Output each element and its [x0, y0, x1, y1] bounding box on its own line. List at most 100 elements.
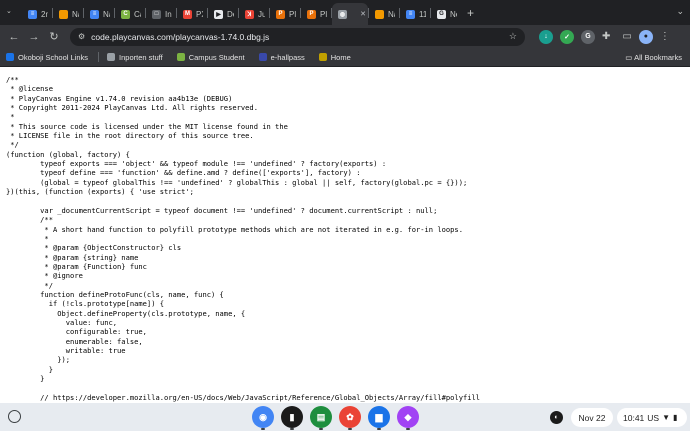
app-app-icon[interactable]: ◆: [397, 406, 419, 430]
bookmark-star-icon[interactable]: ☆: [509, 31, 517, 42]
tab-title: Can: [134, 9, 141, 19]
browser-tab[interactable]: ≡ 2nd: [22, 3, 52, 25]
browser-tab[interactable]: ▶ Delt: [208, 3, 238, 25]
running-indicator: [377, 428, 381, 430]
browser-tab[interactable]: ◍ ✕: [332, 3, 368, 25]
running-indicator: [319, 428, 323, 430]
wifi-icon: ▼: [662, 413, 671, 422]
tab-favicon-icon: P: [307, 9, 316, 19]
shelf-apps: ◉ ▮ ▤ ✿ ▆ ◆: [252, 406, 419, 430]
date-label: Nov 22: [578, 412, 606, 423]
browser-tab[interactable]: □ Inbo: [146, 3, 176, 25]
tab-title: Nati: [72, 9, 79, 19]
launcher-icon[interactable]: [8, 410, 21, 423]
folder-icon: ▭: [625, 53, 633, 62]
bookmark-favicon-icon: [258, 53, 267, 61]
reload-icon[interactable]: ↻: [44, 27, 64, 47]
window-controls[interactable]: ⌄: [676, 6, 684, 17]
battery-icon: ▮: [673, 413, 678, 422]
folder-icon: [107, 53, 116, 61]
shelf: ◉ ▮ ▤ ✿ ▆ ◆ ◐ Nov 22 10:41 US ▼ ▮: [0, 403, 690, 431]
bookmark-label: Campus Student: [188, 52, 245, 62]
tab-favicon-icon: [59, 9, 68, 19]
time-label: 10:41: [623, 412, 645, 423]
files-app-icon[interactable]: ▆: [368, 406, 390, 430]
bookmark-item[interactable]: e-hallpass: [258, 52, 305, 62]
tab-favicon-icon: G: [437, 9, 446, 19]
profile-avatar[interactable]: ●: [638, 29, 653, 44]
tab-favicon-icon: ≡: [28, 9, 37, 19]
toolbar: ← → ↻ ⚙ code.playcanvas.com/playcanvas-1…: [0, 25, 690, 48]
running-indicator: [290, 428, 294, 430]
bookmark-label: Okoboji School Links: [18, 52, 89, 62]
tab-search-icon[interactable]: ⌄: [6, 7, 15, 16]
tab-title: Delt: [227, 9, 234, 19]
extension-icon[interactable]: ↓: [539, 29, 553, 44]
back-icon[interactable]: ←: [4, 27, 24, 47]
steam-deck-app-icon[interactable]: ▮: [281, 406, 303, 430]
browser-tab[interactable]: ꓘ Jusi: [239, 3, 269, 25]
all-bookmarks-button[interactable]: ▭ All Bookmarks: [625, 53, 682, 62]
running-indicator: [348, 428, 352, 430]
browser-tab[interactable]: P Plan: [270, 3, 300, 25]
browser-tab[interactable]: C Can: [115, 3, 145, 25]
browser-tab[interactable]: M PXL: [177, 3, 207, 25]
tab-title: Nat: [103, 9, 110, 19]
tab-favicon-icon: [375, 9, 384, 19]
bookmark-item[interactable]: Campus Student: [176, 52, 245, 62]
source-code: /** * @license * PlayCanvas Engine v1.74…: [6, 75, 481, 403]
chrome-app-icon[interactable]: ◉: [252, 406, 274, 430]
tab-favicon-icon: ≡: [406, 9, 415, 19]
browser-tab[interactable]: P Plan: [301, 3, 331, 25]
bookmark-favicon-icon: [318, 53, 327, 61]
close-tab-icon[interactable]: ✕: [360, 10, 366, 18]
tab-favicon-icon: ≡: [90, 9, 99, 19]
browser-tab[interactable]: Nati: [53, 3, 83, 25]
tab-favicon-icon: M: [183, 9, 192, 19]
steam-tray-icon[interactable]: ◐: [550, 411, 563, 424]
bookmark-item[interactable]: Inporten stuff: [107, 53, 163, 62]
tab-title: Jusi: [258, 9, 265, 19]
new-tab-button[interactable]: +: [467, 6, 474, 20]
bookmark-label: e-hallpass: [270, 52, 305, 62]
bookmark-favicon-icon: [176, 53, 185, 61]
extension-icon[interactable]: ✓: [560, 29, 574, 44]
tab-title: 11/2: [419, 9, 426, 19]
running-indicator: [406, 428, 410, 430]
browser-tab[interactable]: ≡ Nat: [84, 3, 114, 25]
site-info-icon[interactable]: ⚙: [78, 32, 85, 41]
browser-tab[interactable]: Nati: [369, 3, 399, 25]
date-pill[interactable]: Nov 22: [571, 408, 613, 427]
browser-tab[interactable]: ≡ 11/2: [400, 3, 430, 25]
tab-favicon-icon: ▶: [214, 9, 223, 19]
address-bar[interactable]: ⚙ code.playcanvas.com/playcanvas-1.74.0.…: [70, 27, 525, 46]
tab-favicon-icon: □: [152, 9, 161, 19]
menu-icon[interactable]: ⋮: [660, 31, 670, 42]
address-url[interactable]: code.playcanvas.com/playcanvas-1.74.0.db…: [91, 32, 269, 42]
extensions-puzzle-icon[interactable]: ✚: [602, 31, 610, 42]
status-area[interactable]: 10:41 US ▼ ▮: [617, 408, 687, 427]
tab-favicon-icon: ꓘ: [245, 9, 254, 19]
tab-title: Inbo: [165, 9, 172, 19]
tab-favicon-icon: ◍: [338, 9, 347, 19]
tab-title: PXL: [196, 9, 203, 19]
tab-favicon-icon: C: [121, 9, 130, 19]
bookmark-item[interactable]: Okoboji School Links: [6, 53, 88, 62]
classroom-app-icon[interactable]: ▤: [310, 406, 332, 430]
bookmark-item[interactable]: Home: [318, 53, 351, 62]
tab-title: New: [450, 9, 457, 19]
browser-tab[interactable]: G New: [431, 3, 461, 25]
forward-icon[interactable]: →: [24, 27, 44, 47]
cast-icon[interactable]: ▭: [622, 31, 631, 42]
art-app-icon[interactable]: ✿: [339, 406, 361, 430]
bookmark-label: Inporten stuff: [119, 52, 163, 62]
bookmarks-bar: Okoboji School Links Inporten stuff Camp…: [0, 48, 690, 67]
tab-title: Nati: [388, 9, 395, 19]
all-bookmarks-label: All Bookmarks: [634, 53, 682, 62]
tabs-container: ≡ 2nd Nati ≡ Nat C Can □ Inbo M PXL ▶ Delt ꓘ Jusi P Plan…: [22, 0, 461, 25]
page-content: /** * @license * PlayCanvas Engine v1.74…: [0, 67, 690, 403]
tab-strip: ⌄ ≡ 2nd Nati ≡ Nat C Can □ Inbo M PXL ▶ Delt ꓘ Jusi P Pl…: [0, 0, 690, 25]
grammarly-icon[interactable]: G: [581, 29, 595, 44]
locale-label: US: [647, 412, 660, 423]
tab-title: 2nd: [41, 9, 48, 19]
